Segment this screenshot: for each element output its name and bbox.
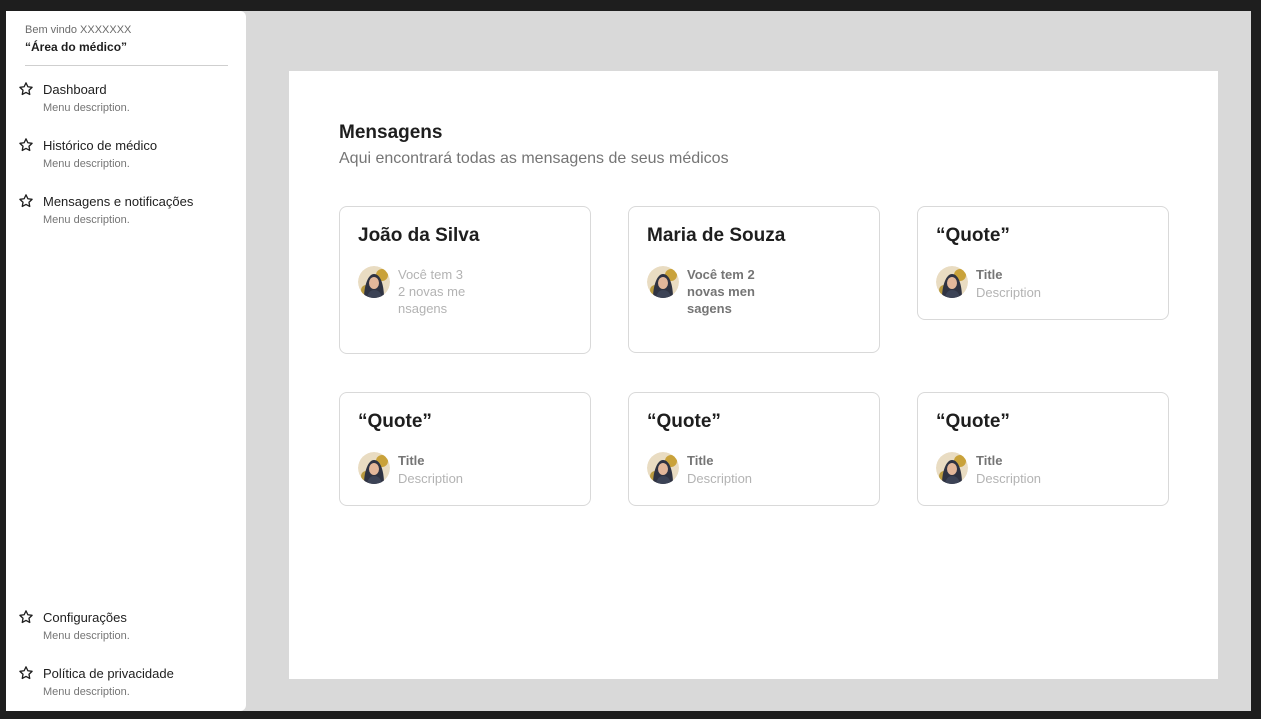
sidebar-item-label: Configurações [43,610,127,625]
avatar [647,266,679,298]
card-info-title: Title [976,267,1003,282]
sidebar-item-configuracoes[interactable]: Configurações Menu description. [18,608,238,652]
card-info: Você tem 2 novas mensagens [687,266,767,317]
sidebar-item-dashboard[interactable]: Dashboard Menu description. [18,80,238,124]
message-card[interactable]: “Quote” Title Description [917,392,1169,506]
card-title: “Quote” [647,411,721,432]
card-info: Title Description [976,452,1056,488]
sidebar-item-label: Política de privacidade [43,666,174,681]
star-icon [19,610,33,624]
sidebar-item-description: Menu description. [43,214,130,226]
page-title: Mensagens [339,122,443,143]
avatar [647,452,679,484]
card-info: Title Description [398,452,478,488]
card-title: “Quote” [358,411,432,432]
sidebar-item-privacidade[interactable]: Política de privacidade Menu description… [18,664,238,708]
sidebar-item-label: Mensagens e notificações [43,194,194,209]
card-title: João da Silva [358,225,480,246]
card-info-title: Title [976,453,1003,468]
card-title: Maria de Souza [647,225,786,246]
star-icon [19,82,33,96]
sidebar: Bem vindo XXXXXXX “Área do médico” Dashb… [6,11,246,711]
card-message-text: Você tem 2 novas mensagens [687,267,755,316]
card-info: Você tem 32 novas mensagens [398,266,478,317]
sidebar-item-description: Menu description. [43,686,130,698]
star-icon [19,194,33,208]
messages-panel: Mensagens Aqui encontrará todas as mensa… [289,71,1218,679]
star-icon [19,666,33,680]
avatar [936,452,968,484]
sidebar-item-description: Menu description. [43,630,130,642]
card-info-description: Description [976,471,1042,486]
sidebar-item-description: Menu description. [43,102,130,114]
welcome-text: Bem vindo XXXXXXX [25,24,132,36]
card-message-text: Você tem 32 novas mensagens [398,267,466,316]
page-subtitle: Aqui encontrará todas as mensagens de se… [339,150,729,167]
sidebar-item-description: Menu description. [43,158,130,170]
message-card[interactable]: “Quote” Title Description [339,392,591,506]
sidebar-item-label: Histórico de médico [43,138,158,153]
avatar [936,266,968,298]
avatar [358,266,390,298]
card-info-title: Title [398,453,425,468]
card-info-description: Description [398,471,464,486]
message-card[interactable]: “Quote” Title Description [917,206,1169,320]
area-title: “Área do médico” [25,40,128,54]
card-info: Title Description [976,266,1056,302]
message-card[interactable]: Maria de Souza Você tem 2 novas mensagen… [628,206,880,353]
card-info-title: Title [687,453,714,468]
card-title: “Quote” [936,225,1010,246]
star-icon [19,138,33,152]
sidebar-item-label: Dashboard [43,82,107,97]
sidebar-item-historico[interactable]: Histórico de médico Menu description. [18,136,238,180]
message-card[interactable]: “Quote” Title Description [628,392,880,506]
avatar [358,452,390,484]
card-info-description: Description [687,471,753,486]
card-title: “Quote” [936,411,1010,432]
message-card[interactable]: João da Silva Você tem 32 novas mensagen… [339,206,591,354]
card-info: Title Description [687,452,767,488]
card-info-description: Description [976,285,1042,300]
sidebar-item-mensagens[interactable]: Mensagens e notificações Menu descriptio… [18,192,238,236]
sidebar-divider [25,65,228,66]
